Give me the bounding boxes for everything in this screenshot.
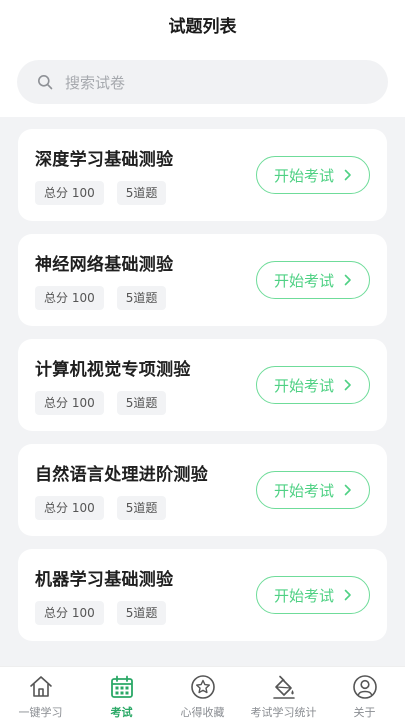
start-exam-button[interactable]: 开始考试: [256, 576, 370, 614]
calendar-icon: [108, 673, 136, 701]
home-icon: [27, 673, 55, 701]
score-tag: 总分 100: [35, 286, 104, 310]
user-icon: [351, 673, 379, 701]
search-icon: [37, 74, 53, 90]
tab-exam[interactable]: 考试: [81, 667, 162, 720]
tab-favorites[interactable]: 心得收藏: [162, 667, 243, 720]
question-count-tag: 5道题: [116, 286, 167, 310]
tab-about[interactable]: 关于: [324, 667, 405, 720]
exam-title: 自然语言处理进阶测验: [35, 465, 208, 485]
exam-card: 计算机视觉专项测验 总分 100 5道题 开始考试: [18, 339, 387, 431]
exam-tags: 总分 100 5道题: [35, 181, 179, 205]
exam-info: 机器学习基础测验 总分 100 5道题: [35, 565, 179, 625]
score-tag: 总分 100: [35, 601, 104, 625]
start-exam-label: 开始考试: [273, 376, 334, 395]
search-bar: 搜索试卷: [0, 48, 405, 117]
exam-card: 神经网络基础测验 总分 100 5道题 开始考试: [18, 234, 387, 326]
score-tag: 总分 100: [35, 391, 104, 415]
exam-info: 计算机视觉专项测验 总分 100 5道题: [35, 355, 191, 415]
chevron-right-icon: [344, 379, 352, 391]
tab-learn[interactable]: 一键学习: [0, 667, 81, 720]
header: 试题列表: [0, 0, 405, 48]
question-count-tag: 5道题: [116, 601, 167, 625]
question-count-tag: 5道题: [116, 391, 167, 415]
question-count-tag: 5道题: [116, 181, 167, 205]
tab-statistics[interactable]: 考试学习统计: [243, 667, 324, 720]
exam-card: 深度学习基础测验 总分 100 5道题 开始考试: [18, 129, 387, 221]
tab-label: 关于: [353, 706, 376, 719]
tab-label: 考试学习统计: [250, 706, 317, 719]
chevron-right-icon: [344, 274, 352, 286]
exam-card: 自然语言处理进阶测验 总分 100 5道题 开始考试: [18, 444, 387, 536]
exam-title: 神经网络基础测验: [35, 255, 174, 275]
start-exam-label: 开始考试: [273, 481, 334, 500]
score-tag: 总分 100: [35, 496, 104, 520]
chevron-right-icon: [344, 589, 352, 601]
star-icon: [189, 673, 217, 701]
tab-label: 心得收藏: [180, 706, 225, 719]
exam-title: 机器学习基础测验: [35, 570, 174, 590]
start-exam-button[interactable]: 开始考试: [256, 156, 370, 194]
start-exam-button[interactable]: 开始考试: [256, 471, 370, 509]
start-exam-button[interactable]: 开始考试: [256, 261, 370, 299]
tab-label: 一键学习: [18, 706, 63, 719]
app: 试题列表 搜索试卷 深度学习基础测验 总分 100 5道题 开始考试 神经网络基…: [0, 0, 405, 720]
exam-tags: 总分 100 5道题: [35, 391, 191, 415]
exam-title: 深度学习基础测验: [35, 150, 174, 170]
start-exam-label: 开始考试: [273, 166, 334, 185]
start-exam-label: 开始考试: [273, 586, 334, 605]
exam-info: 神经网络基础测验 总分 100 5道题: [35, 250, 179, 310]
exam-tags: 总分 100 5道题: [35, 496, 208, 520]
exam-list: 深度学习基础测验 总分 100 5道题 开始考试 神经网络基础测验 总分 100…: [0, 117, 405, 641]
chevron-right-icon: [344, 169, 352, 181]
exam-title: 计算机视觉专项测验: [35, 360, 191, 380]
search-input[interactable]: 搜索试卷: [17, 60, 388, 104]
question-count-tag: 5道题: [116, 496, 167, 520]
exam-info: 自然语言处理进阶测验 总分 100 5道题: [35, 460, 208, 520]
exam-card: 机器学习基础测验 总分 100 5道题 开始考试: [18, 549, 387, 641]
chevron-right-icon: [344, 484, 352, 496]
search-placeholder: 搜索试卷: [65, 73, 126, 92]
exam-info: 深度学习基础测验 总分 100 5道题: [35, 145, 179, 205]
paint-bucket-icon: [270, 673, 298, 701]
score-tag: 总分 100: [35, 181, 104, 205]
bottom-tab-bar: 一键学习 考试 心得收藏 考试学习统计 关于: [0, 666, 405, 720]
exam-tags: 总分 100 5道题: [35, 601, 179, 625]
start-exam-label: 开始考试: [273, 271, 334, 290]
tab-label: 考试: [110, 706, 133, 719]
start-exam-button[interactable]: 开始考试: [256, 366, 370, 404]
exam-tags: 总分 100 5道题: [35, 286, 179, 310]
page-title: 试题列表: [168, 16, 237, 37]
